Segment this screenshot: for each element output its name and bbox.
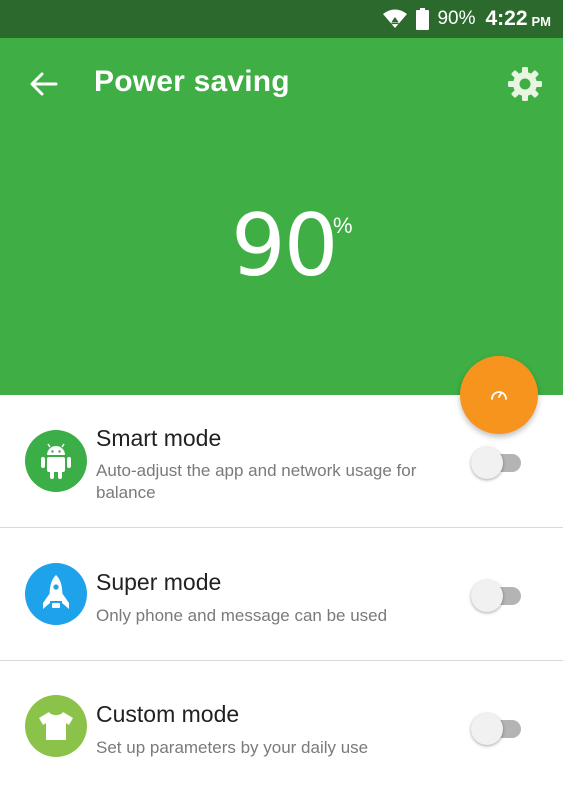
super-mode-toggle[interactable] xyxy=(471,580,523,612)
optimize-fab-button[interactable] xyxy=(460,356,538,434)
gear-icon xyxy=(508,67,542,101)
mode-list: Smart mode Auto-adjust the app and netwo… xyxy=(0,395,563,794)
back-button[interactable] xyxy=(24,64,64,104)
arrow-left-icon xyxy=(30,72,58,96)
settings-button[interactable] xyxy=(503,62,547,106)
mode-description: Set up parameters by your daily use xyxy=(96,738,369,757)
toggle-thumb xyxy=(471,447,503,479)
custom-mode-toggle[interactable] xyxy=(471,713,523,745)
mode-title: Super mode xyxy=(96,569,222,595)
page-title: Power saving xyxy=(94,65,290,98)
toggle-thumb xyxy=(471,580,503,612)
speedometer-icon xyxy=(491,391,507,400)
battery-readout: 90 % xyxy=(0,203,563,323)
mode-title: Custom mode xyxy=(96,701,240,727)
tshirt-icon xyxy=(39,712,73,740)
battery-level-value: 90 xyxy=(231,196,338,296)
list-item-custom-mode[interactable]: Custom mode Set up parameters by your da… xyxy=(0,661,563,794)
header: Power saving 90 % xyxy=(0,38,563,395)
super-mode-icon-badge xyxy=(25,563,87,625)
smart-mode-toggle[interactable] xyxy=(471,447,523,479)
mode-description: Only phone and message can be used xyxy=(96,606,388,625)
list-item-super-mode[interactable]: Super mode Only phone and message can be… xyxy=(0,528,563,661)
mode-title: Smart mode xyxy=(96,425,222,451)
battery-level-unit: % xyxy=(333,213,353,238)
status-bar: 90% 4:22 PM xyxy=(0,0,563,38)
android-icon xyxy=(41,443,71,479)
battery-icon xyxy=(416,8,430,30)
toggle-thumb xyxy=(471,713,503,745)
mode-description: Auto-adjust the app and network usage fo… xyxy=(96,461,417,502)
smart-mode-icon-badge xyxy=(25,430,87,492)
custom-mode-icon-badge xyxy=(25,695,87,757)
battery-percent-text: 90% xyxy=(437,8,476,29)
rocket-icon xyxy=(43,575,69,609)
clock-time: 4:22 xyxy=(485,7,528,30)
wifi-icon xyxy=(383,9,408,28)
clock-ampm: PM xyxy=(531,13,552,29)
